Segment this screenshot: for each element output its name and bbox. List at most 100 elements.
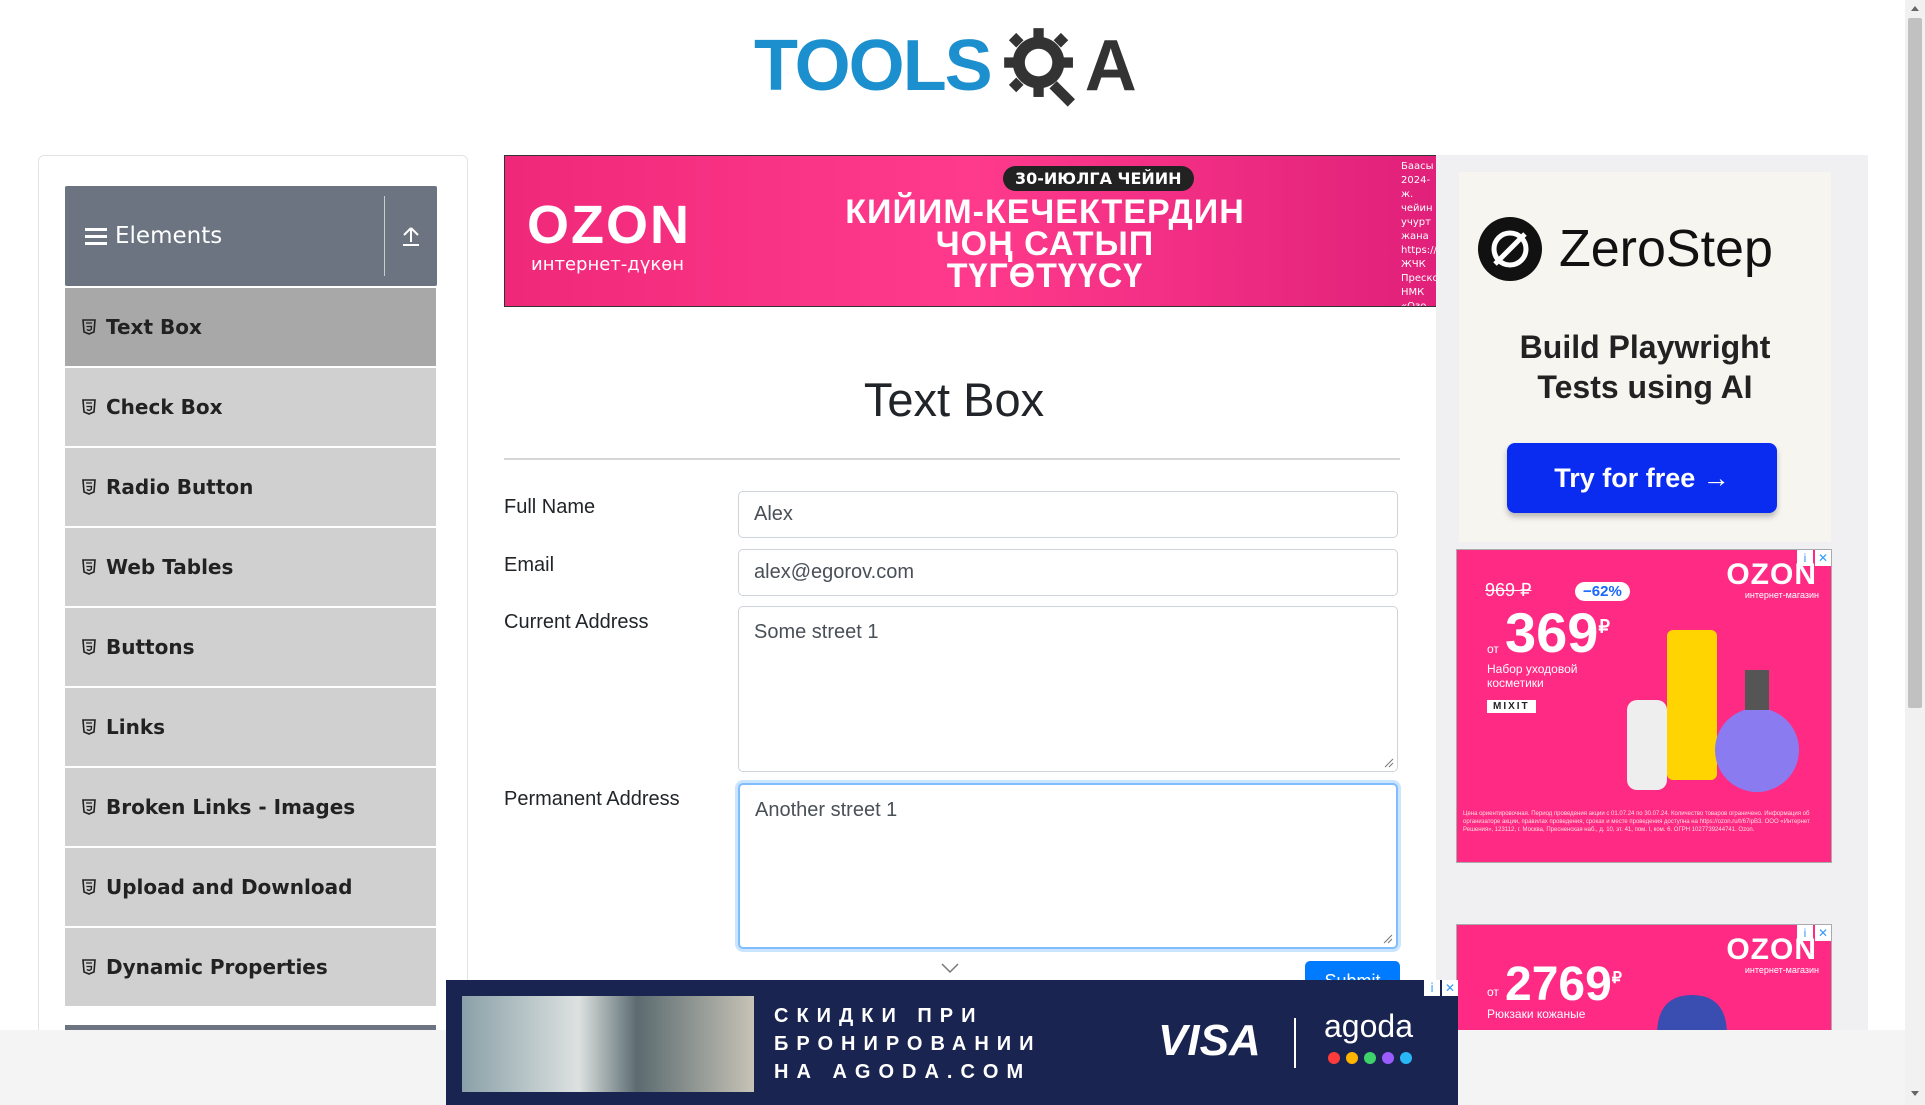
- sidebar-item-text-box[interactable]: Text Box: [65, 288, 436, 366]
- ad-photo: [462, 996, 754, 1092]
- current-address-label: Current Address: [504, 611, 649, 633]
- scroll-down-icon[interactable]: [1908, 1088, 1922, 1100]
- resize-handle-icon[interactable]: [1383, 934, 1393, 944]
- html5-icon: [82, 559, 96, 575]
- sidebar-item-check-box[interactable]: Check Box: [65, 368, 436, 446]
- ad-date-pill: 30-ИЮЛГА ЧЕЙИН: [1003, 166, 1194, 191]
- current-address-textarea[interactable]: Some street 1: [738, 606, 1398, 772]
- permanent-address-textarea[interactable]: Another street 1: [738, 783, 1398, 949]
- email-label: Email: [504, 554, 555, 576]
- price-from: от: [1487, 642, 1499, 656]
- upload-arrow-icon: [403, 227, 419, 246]
- ozon-logo-sub: интернет-магазин: [1744, 590, 1819, 600]
- ozon-logo: OZON: [527, 195, 691, 255]
- page-title: Text Box: [863, 373, 1045, 426]
- html5-icon: [82, 319, 96, 335]
- ad-choices[interactable]: i ✕: [1424, 980, 1458, 996]
- agoda-dot: [1364, 1052, 1376, 1064]
- agoda-dot: [1328, 1052, 1340, 1064]
- html5-icon: [82, 639, 96, 655]
- ad-headline: КИЙИМ-КЕЧЕКТЕРДИН ЧОҢ САТЫП ТҮГӨТҮҮСҮ: [845, 193, 1245, 295]
- zerostep-tagline: Build Playwright Tests using AI: [1459, 327, 1831, 407]
- sidebar-item-label: Upload and Download: [106, 875, 353, 899]
- full-name-input[interactable]: Alex: [738, 491, 1398, 538]
- site-logo[interactable]: TOOLS A: [754, 20, 1154, 112]
- ozon-cosmetics-ad[interactable]: i ✕ OZON интернет-магазин 969 ₽ −62% от 3…: [1456, 549, 1832, 863]
- permanent-address-label: Permanent Address: [504, 788, 680, 810]
- sidebar-item-label: Text Box: [106, 315, 202, 339]
- zerostep-ad[interactable]: ZeroStep Build Playwright Tests using AI…: [1459, 172, 1831, 542]
- permanent-address-value: Another street 1: [755, 799, 898, 821]
- chevron-down-icon: [941, 963, 959, 974]
- price-currency: ₽: [1611, 970, 1622, 987]
- sidebar-item-radio-button[interactable]: Radio Button: [65, 448, 436, 526]
- product-image: [1657, 995, 1727, 1035]
- sidebar-item-dynamic-properties[interactable]: Dynamic Properties: [65, 928, 436, 1006]
- agoda-dot: [1346, 1052, 1358, 1064]
- agoda-logo: agoda: [1324, 1008, 1413, 1044]
- price-value: 369: [1505, 601, 1599, 664]
- ozon-backpack-ad[interactable]: i ✕ OZON интернет-магазин от 2769₽ Рюкзак…: [1456, 924, 1832, 1036]
- price-value: 2769: [1505, 958, 1612, 1011]
- top-banner-ad[interactable]: OZON интернет-дүкөн 30-ИЮЛГА ЧЕЙИН КИЙИМ…: [504, 155, 1438, 307]
- logo-tools-text: TOOLS: [754, 26, 993, 106]
- old-price: 969 ₽: [1485, 580, 1532, 600]
- ad-close-icon[interactable]: ✕: [1442, 980, 1458, 996]
- html5-icon: [82, 479, 96, 495]
- product-description: Рюкзаки кожаные: [1487, 1007, 1586, 1021]
- html5-icon: [82, 719, 96, 735]
- zerostep-name: ZeroStep: [1559, 220, 1773, 278]
- price: 369₽: [1505, 600, 1610, 665]
- current-address-value: Some street 1: [754, 621, 879, 643]
- ad-headline: СКИДКИ ПРИ БРОНИРОВАНИИ НА AGODA.COM: [774, 1005, 1042, 1083]
- ad-close-icon[interactable]: ✕: [1815, 925, 1831, 941]
- sidebar-item-buttons[interactable]: Buttons: [65, 608, 436, 686]
- brand-badge: MIXIT: [1487, 700, 1536, 713]
- sidebar-item-links[interactable]: Links: [65, 688, 436, 766]
- sidebar-item-broken-links[interactable]: Broken Links - Images: [65, 768, 436, 846]
- sidebar-item-label: Check Box: [106, 395, 223, 419]
- sidebar-item-label: Web Tables: [106, 555, 234, 579]
- ad-fine-print: Баасы 2024-ж. чейин учурт жана https:// …: [1401, 161, 1438, 307]
- sidebar-item-label: Dynamic Properties: [106, 955, 328, 979]
- sidebar-item-label: Radio Button: [106, 475, 254, 499]
- price-from: от: [1487, 985, 1499, 999]
- discount-badge: −62%: [1575, 582, 1630, 601]
- html5-icon: [82, 959, 96, 975]
- resize-handle-icon[interactable]: [1384, 758, 1394, 768]
- sidebar-item-web-tables[interactable]: Web Tables: [65, 528, 436, 606]
- tagline-line: Build Playwright: [1519, 329, 1771, 365]
- email-input[interactable]: alex@egorov.com: [738, 549, 1398, 596]
- sidebar-item-label: Links: [106, 715, 166, 739]
- agoda-dots: [1328, 1052, 1412, 1064]
- sidebar-item-label: Broken Links - Images: [106, 795, 356, 819]
- ad-headline-line: КИЙИМ-КЕЧЕКТЕРДИН: [845, 193, 1245, 231]
- hamburger-icon: [85, 228, 107, 245]
- ozon-logo-sub: интернет-магазин: [1744, 965, 1819, 975]
- elements-group-title: Elements: [115, 223, 223, 249]
- logo-a-text: A: [1084, 26, 1137, 106]
- ad-headline-line: ТҮГӨТҮҮСҮ: [946, 257, 1144, 295]
- full-name-label: Full Name: [504, 496, 596, 518]
- price: 2769₽: [1505, 957, 1622, 1012]
- sidebar-item-upload-download[interactable]: Upload and Download: [65, 848, 436, 926]
- html5-icon: [82, 799, 96, 815]
- agoda-dot: [1382, 1052, 1394, 1064]
- bottom-agoda-ad[interactable]: СКИДКИ ПРИ БРОНИРОВАНИИ НА AGODA.COM VIS…: [446, 980, 1458, 1105]
- tagline-line: Tests using AI: [1537, 369, 1753, 405]
- scroll-up-icon[interactable]: [1908, 2, 1922, 14]
- ozon-logo: OZON: [1726, 933, 1817, 966]
- elements-group-header[interactable]: Elements: [65, 186, 437, 286]
- agoda-dot: [1400, 1052, 1412, 1064]
- gear-q-icon: [1003, 28, 1075, 107]
- ad-info-icon[interactable]: i: [1424, 980, 1440, 996]
- full-name-value: Alex: [754, 503, 793, 525]
- zerostep-logo: ZeroStep: [1477, 216, 1773, 282]
- collapse-button[interactable]: [385, 225, 437, 247]
- ad-close-icon[interactable]: ✕: [1815, 550, 1831, 566]
- try-for-free-button[interactable]: Try for free →: [1507, 443, 1777, 513]
- html5-icon: [82, 879, 96, 895]
- product-image: [1627, 630, 1799, 792]
- logo-separator: [1294, 1018, 1296, 1068]
- scrollbar-thumb[interactable]: [1908, 18, 1922, 708]
